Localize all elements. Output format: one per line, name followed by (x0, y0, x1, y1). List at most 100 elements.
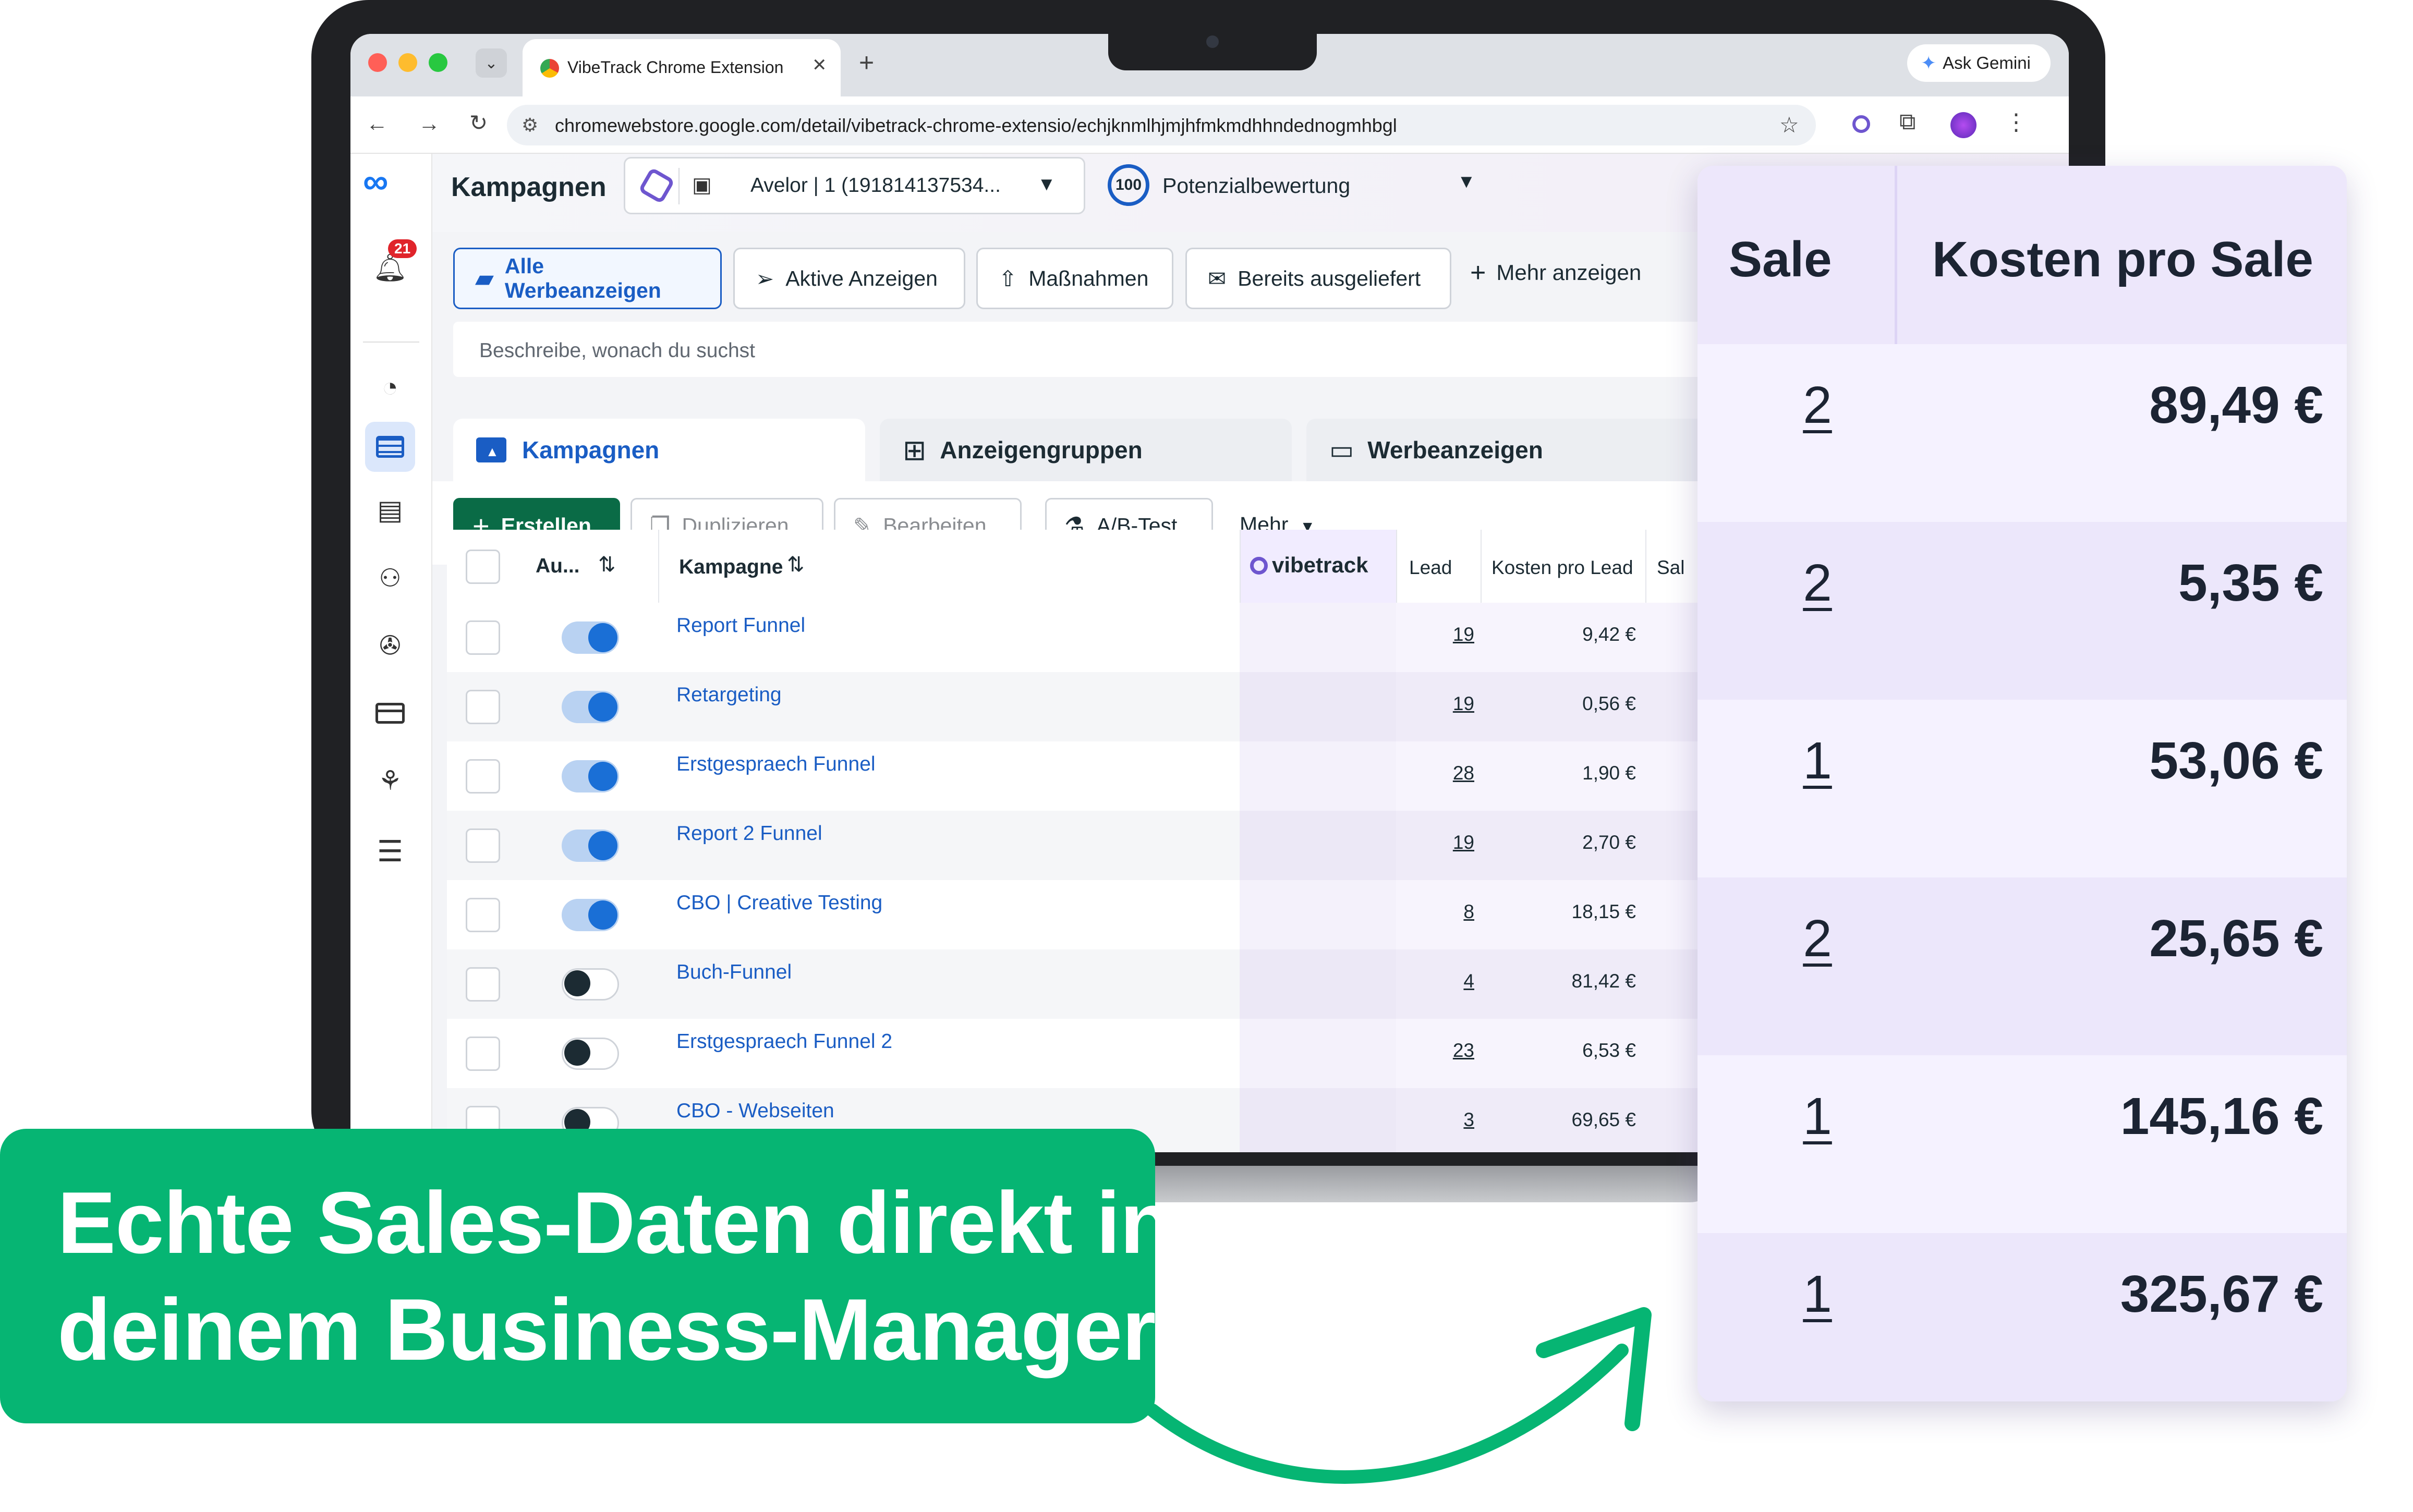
sale-count[interactable]: 2 (1791, 553, 1844, 613)
row-checkbox[interactable] (466, 967, 500, 1002)
toggle-knob (564, 1040, 590, 1066)
lead-value[interactable]: 19 (1396, 832, 1474, 853)
maximize-window-button[interactable] (429, 53, 447, 72)
bookmark-star-icon[interactable]: ☆ (1779, 112, 1799, 138)
documents-icon[interactable]: ▤ (365, 485, 415, 535)
row-checkbox[interactable] (466, 898, 500, 932)
ask-gemini-button[interactable]: ✦ Ask Gemini (1907, 44, 2051, 82)
toggle-knob (588, 762, 617, 791)
back-icon[interactable]: ← (366, 111, 388, 136)
campaign-name-link[interactable]: Report Funnel (676, 614, 805, 637)
close-window-button[interactable] (368, 53, 387, 72)
opportunity-score-badge[interactable]: 100 (1108, 164, 1149, 206)
cost-per-lead-header[interactable]: Kosten pro Lead (1492, 557, 1633, 579)
sale-count[interactable]: 1 (1791, 1087, 1844, 1147)
campaign-name-link[interactable]: Retargeting (676, 684, 782, 706)
lead-value[interactable]: 19 (1396, 624, 1474, 645)
sale-count[interactable]: 1 (1791, 731, 1844, 791)
opportunity-score-label[interactable]: Potenzialbewertung (1162, 174, 1350, 198)
menu-hamburger-icon[interactable]: ☰ (365, 826, 415, 876)
filter-all-ads[interactable]: ▰ Alle Werbeanzeigen (453, 248, 722, 309)
sale-count[interactable]: 2 (1791, 375, 1844, 435)
sales-row: 1 145,16 € (1697, 1055, 2347, 1233)
row-checkbox[interactable] (466, 690, 500, 724)
filter-delivered[interactable]: ✉ Bereits ausgeliefert (1185, 248, 1451, 309)
tab-campaigns[interactable]: ▲ Kampagnen (453, 419, 865, 481)
lead-value[interactable]: 19 (1396, 693, 1474, 715)
campaign-name-link[interactable]: Erstgespraech Funnel (676, 753, 876, 776)
profile-avatar[interactable] (1950, 112, 1977, 138)
cost-per-sale-column-header: Kosten pro Sale (1932, 231, 2313, 287)
extensions-puzzle-icon[interactable]: ⧉ (1899, 109, 1915, 135)
campaign-status-toggle[interactable] (562, 760, 619, 792)
sales-row: 2 5,35 € (1697, 522, 2347, 700)
campaign-status-toggle[interactable] (562, 968, 619, 1001)
table-row[interactable]: Erstgespraech Funnel 2 23 6,53 € (447, 1019, 1699, 1088)
lead-value[interactable]: 28 (1396, 762, 1474, 784)
site-info-icon[interactable]: ⚙ (522, 114, 538, 136)
campaign-header[interactable]: Kampagne (679, 556, 783, 579)
sale-header[interactable]: Sal (1657, 557, 1684, 579)
table-row[interactable]: Erstgespraech Funnel 28 1,90 € (447, 741, 1699, 811)
address-bar[interactable]: ⚙ chromewebstore.google.com/detail/vibet… (507, 105, 1816, 145)
row-checkbox[interactable] (466, 1037, 500, 1071)
cost-per-lead-value: 2,70 € (1582, 832, 1636, 853)
campaign-name-link[interactable]: CBO | Creative Testing (676, 892, 882, 914)
close-tab-icon[interactable]: ✕ (812, 55, 827, 76)
table-row[interactable]: Retargeting 19 0,56 € (447, 672, 1699, 741)
status-header[interactable]: Au... (536, 555, 580, 578)
audiences-icon[interactable]: ⚇ (365, 553, 415, 603)
table-row[interactable]: CBO | Creative Testing 8 18,15 € (447, 880, 1699, 949)
notifications-bell-icon[interactable]: 🔔︎ 21 (365, 239, 417, 292)
business-network-icon[interactable]: ⚘ (365, 756, 415, 806)
lead-value[interactable]: 4 (1396, 970, 1474, 992)
campaign-status-toggle[interactable] (562, 621, 619, 654)
row-checkbox[interactable] (466, 620, 500, 655)
row-checkbox[interactable] (466, 759, 500, 794)
tab-adsets[interactable]: ⊞ Anzeigengruppen (880, 419, 1292, 481)
forward-icon[interactable]: → (418, 111, 440, 136)
campaign-name-link[interactable]: CBO - Webseiten (676, 1100, 834, 1123)
reload-icon[interactable]: ↻ (469, 110, 488, 136)
tab-search-icon[interactable]: ⌄ (476, 48, 507, 78)
meta-logo-icon[interactable]: ∞ (363, 161, 388, 202)
campaign-status-toggle[interactable] (562, 691, 619, 723)
campaigns-table-icon[interactable] (365, 422, 415, 472)
table-row[interactable]: Report 2 Funnel 19 2,70 € (447, 811, 1699, 880)
dashboard-gauge-icon[interactable]: ◔ (365, 362, 415, 412)
lead-value[interactable]: 3 (1396, 1109, 1474, 1131)
lead-header[interactable]: Lead (1409, 557, 1452, 579)
campaign-name-link[interactable]: Report 2 Funnel (676, 822, 822, 845)
select-all-checkbox[interactable] (466, 550, 500, 584)
browser-menu-icon[interactable]: ⋮ (2005, 109, 2028, 136)
lead-value[interactable]: 8 (1396, 901, 1474, 923)
sort-icon[interactable]: ⇅ (787, 553, 805, 577)
new-tab-button[interactable]: + (859, 47, 874, 78)
cost-per-lead-value: 9,42 € (1582, 624, 1636, 645)
campaign-status-toggle[interactable] (562, 1038, 619, 1070)
cost-per-lead-value: 69,65 € (1571, 1109, 1636, 1130)
campaign-name-link[interactable]: Buch-Funnel (676, 961, 792, 984)
more-filters-button[interactable]: + Mehr anzeigen (1470, 257, 1641, 288)
campaign-name-link[interactable]: Erstgespraech Funnel 2 (676, 1030, 892, 1053)
billing-card-icon[interactable] (365, 688, 415, 738)
row-checkbox[interactable] (466, 828, 500, 863)
sort-icon[interactable]: ⇅ (598, 553, 616, 577)
minimize-window-button[interactable] (398, 53, 417, 72)
sale-count[interactable]: 2 (1791, 909, 1844, 969)
campaign-status-toggle[interactable] (562, 899, 619, 931)
cost-per-lead-value: 18,15 € (1571, 901, 1636, 922)
table-row[interactable]: Buch-Funnel 4 81,42 € (447, 949, 1699, 1019)
lead-value[interactable]: 23 (1396, 1040, 1474, 1062)
score-chevron-icon[interactable]: ▼ (1457, 170, 1476, 192)
table-row[interactable]: Report Funnel 19 9,42 € (447, 603, 1699, 672)
vibetrack-extension-icon[interactable] (1852, 115, 1870, 133)
account-selector[interactable]: ▣ Avelor | 1 (191814137534... ▼ (624, 157, 1085, 214)
tab-vibetrack[interactable]: VibeTrack Chrome Extension ✕ (523, 39, 841, 96)
filter-active-ads[interactable]: ➢ Aktive Anzeigen (733, 248, 965, 309)
sale-count[interactable]: 1 (1791, 1264, 1844, 1324)
ads-settings-icon[interactable]: ✇ (365, 620, 415, 670)
filter-measures[interactable]: ⇧ Maßnahmen (976, 248, 1173, 309)
grid-icon: ⊞ (903, 434, 927, 466)
campaign-status-toggle[interactable] (562, 830, 619, 862)
